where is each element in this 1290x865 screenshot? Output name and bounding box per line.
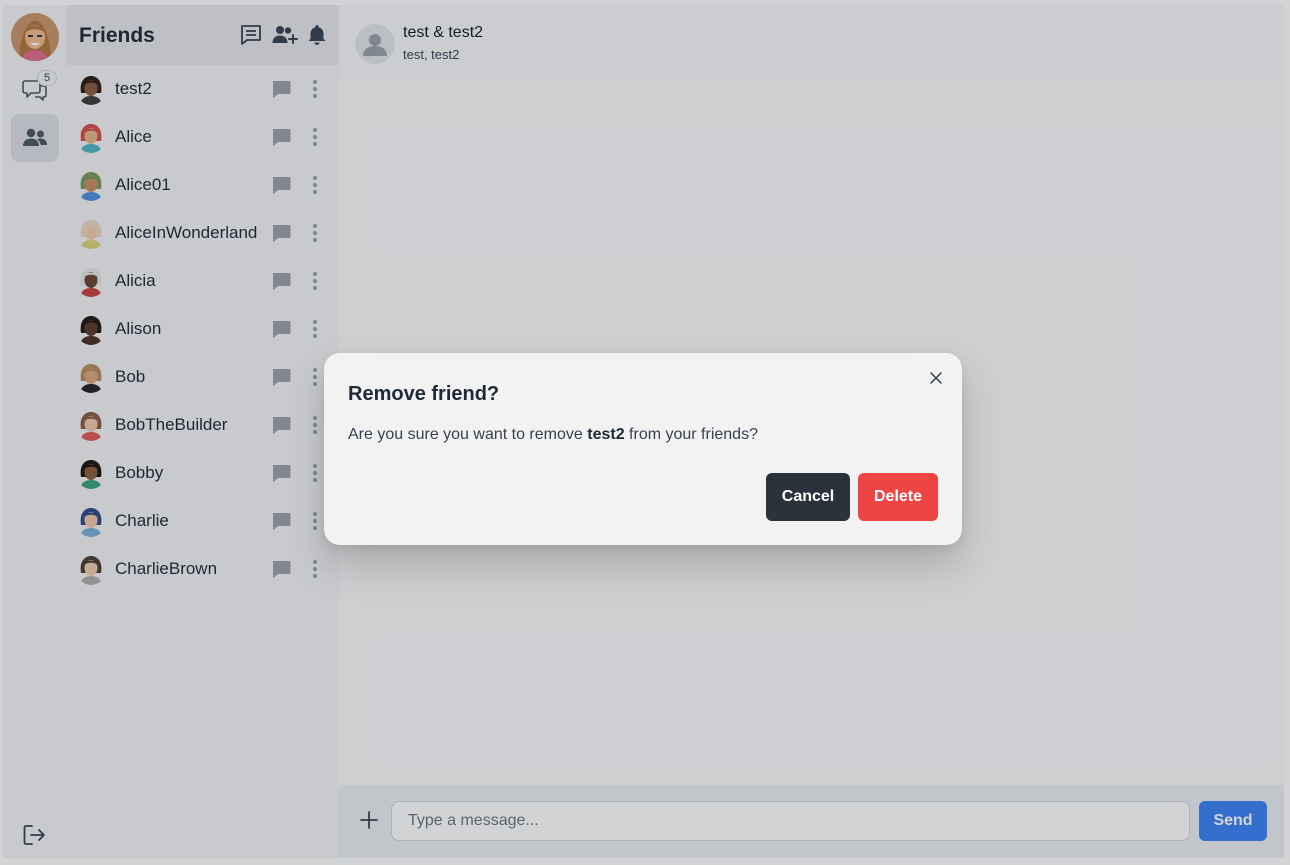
close-icon xyxy=(930,372,942,384)
remove-friend-dialog: Remove friend? Are you sure you want to … xyxy=(324,353,962,545)
delete-button[interactable]: Delete xyxy=(858,473,938,521)
dialog-message: Are you sure you want to remove test2 fr… xyxy=(348,426,758,444)
modal-backdrop[interactable]: Remove friend? Are you sure you want to … xyxy=(0,0,1290,865)
dialog-message-suffix: from your friends? xyxy=(624,426,758,443)
cancel-button[interactable]: Cancel xyxy=(766,473,850,521)
dialog-message-prefix: Are you sure you want to remove xyxy=(348,426,588,443)
close-button[interactable] xyxy=(926,368,946,388)
dialog-friend-name: test2 xyxy=(587,426,625,443)
dialog-title: Remove friend? xyxy=(348,383,500,405)
